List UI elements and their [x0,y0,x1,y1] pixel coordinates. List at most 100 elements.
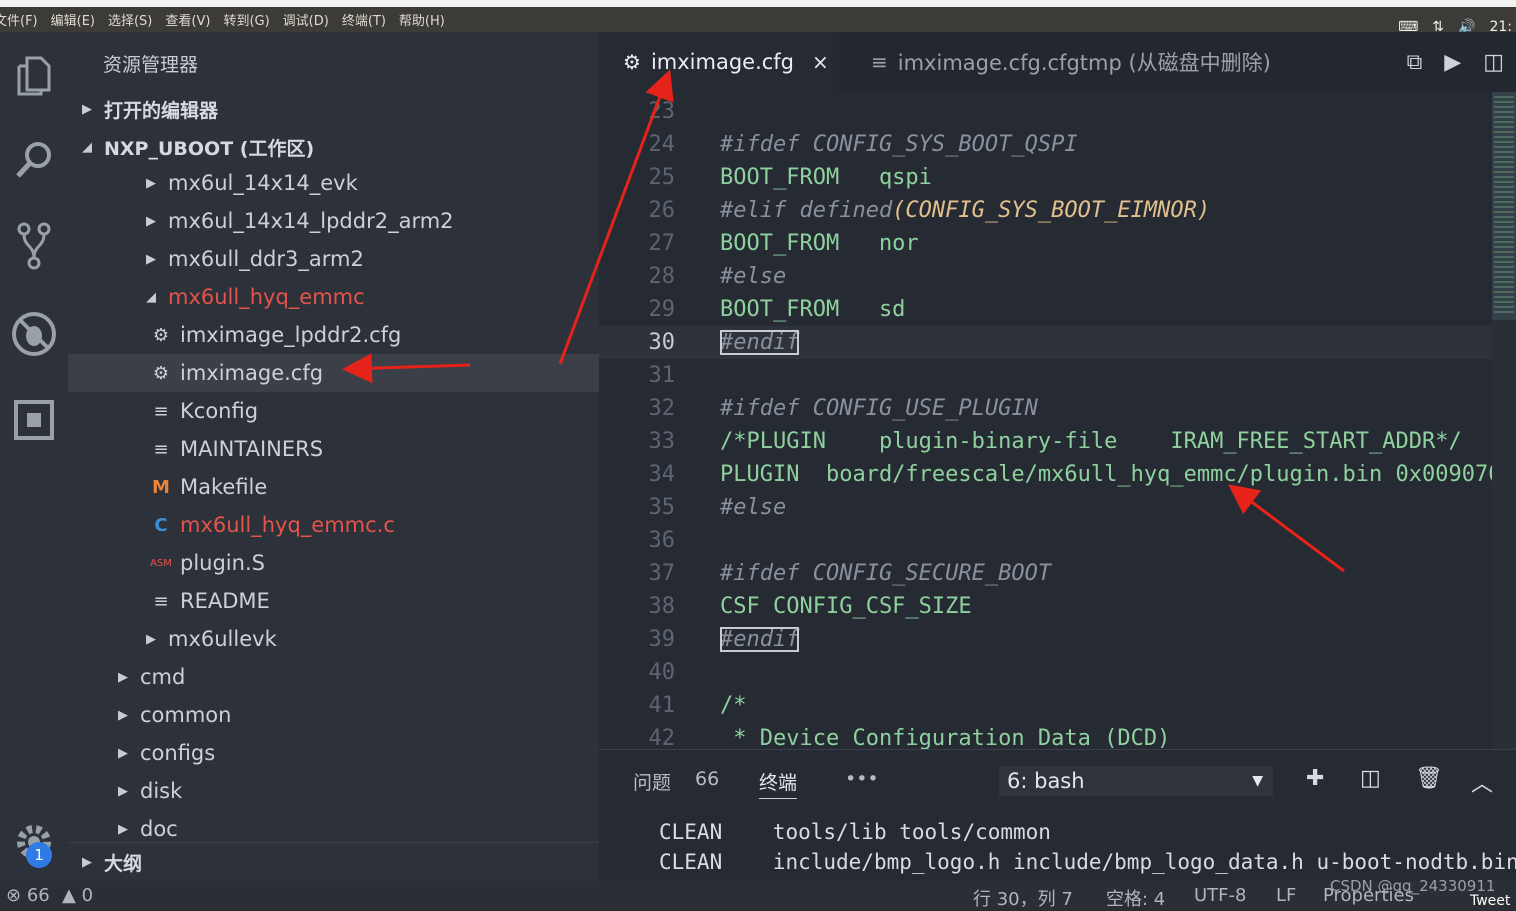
split-editor-icon[interactable]: ◫ [1483,50,1504,75]
warnings-status[interactable]: ▲ 0 [62,885,93,906]
explorer-title: 资源管理器 [103,54,199,76]
chevron-up-icon[interactable]: ︿ [1471,766,1493,798]
gear-file-icon: ⚙ [152,324,170,346]
code-editor[interactable]: 23 24 #ifdef CONFIG_SYS_BOOT_QSPI 25 BOOT_… [599,92,1516,749]
bottom-panel: 问题 66 终端 ••• 6: bash ▼ ✚ ◫ 🗑 ︿ CLEAN too… [599,749,1516,882]
menu-bar: 文件(F) 编辑(E) 选择(S) 查看(V) 转到(G) 调试(D) 终端(T… [0,0,1516,35]
gear-file-icon: ⚙ [623,50,641,74]
code-line: 41/* [648,693,747,718]
chevron-right-icon: ▶ [118,669,128,685]
chevron-right-icon: ▶ [118,745,128,761]
indentation[interactable]: 空格: 4 [1106,885,1165,911]
editor-tabs: ⚙ imximage.cfg × ≡ imximage.cfg.cfgtmp (… [599,32,1516,92]
folder-item[interactable]: ▶ common [68,696,647,734]
chevron-right-icon: ▶ [82,101,92,117]
add-terminal-icon[interactable]: ✚ [1306,766,1324,791]
preview-icon[interactable]: ⧉ [1407,50,1423,75]
code-line: 25 BOOT_FROM qspi [648,165,932,190]
tab-problems[interactable]: 问题 [633,768,671,795]
code-line: 26 #elif defined(CONFIG_SYS_BOOT_EIMNOR) [648,198,1211,223]
gear-file-icon: ⚙ [152,362,170,384]
file-item-mx6ull-hyq-emmc-c[interactable]: C mx6ull_hyq_emmc.c 9+ [68,506,679,544]
tab-imximage-cfg[interactable]: ⚙ imximage.cfg × [599,32,839,92]
chevron-right-icon: ▶ [146,213,156,229]
chevron-right-icon: ▶ [146,631,156,647]
line-ending[interactable]: LF [1276,885,1296,906]
folder-item[interactable]: ▶ configs [68,734,647,772]
menu-terminal[interactable]: 终端(T) [342,10,386,29]
folder-item-mx6ull-hyq-emmc[interactable]: ◢ mx6ull_hyq_emmc [68,278,675,316]
settings-badge: 1 [26,842,52,868]
text-file-icon: ≡ [153,400,169,422]
chevron-down-icon: ◢ [146,289,156,305]
error-icon: ⊗ [6,885,22,906]
folder-item[interactable]: ▶ mx6ul_14x14_evk [68,164,675,202]
explorer-icon[interactable] [0,46,68,106]
encoding[interactable]: UTF-8 [1194,885,1246,906]
chevron-right-icon: ▶ [118,783,128,799]
status-bar: ⊗ 66 ▲ 0 行 30，列 7 空格: 4 UTF-8 LF Propert… [0,877,1516,911]
code-line: 38 CSF CONFIG_CSF_SIZE [648,594,972,619]
code-line-current: 30 #endif [599,326,1492,359]
split-terminal-icon[interactable]: ◫ [1360,766,1381,791]
file-item[interactable]: ≡ README [68,582,679,620]
warning-icon: ▲ [62,885,76,906]
folder-item[interactable]: ▶ cmd [68,658,647,696]
code-line: 32 #ifdef CONFIG_USE_PLUGIN [648,396,1038,421]
file-item-imximage-cfg[interactable]: ⚙ imximage.cfg [68,354,679,392]
folder-item[interactable]: ▶ mx6ul_14x14_lpddr2_arm2 [68,202,675,240]
outline-section[interactable]: ▶ 大纲 [68,842,611,881]
cursor-position[interactable]: 行 30，列 7 [973,885,1073,911]
extensions-icon[interactable] [0,390,68,450]
menu-goto[interactable]: 转到(G) [223,10,269,29]
file-item[interactable]: ⚙ imximage_lpddr2.cfg [68,316,679,354]
minimap-content [1494,96,1514,316]
code-line: 29 BOOT_FROM sd [648,297,906,322]
text-file-icon: ≡ [871,50,888,74]
search-icon[interactable] [0,130,68,190]
file-item[interactable]: ≡ MAINTAINERS [68,430,679,468]
open-editors-section[interactable]: ▶ 打开的编辑器 [68,90,611,128]
chevron-right-icon: ▶ [118,821,128,837]
debug-icon[interactable] [0,304,68,364]
folder-item[interactable]: ▶ mx6ullevk [68,620,675,658]
code-line: 24 #ifdef CONFIG_SYS_BOOT_QSPI [648,132,1078,157]
explorer-sidebar: 资源管理器 ▶ 打开的编辑器 ◢ NXP_UBOOT (工作区) ▶ mx6ul… [68,32,679,881]
chevron-right-icon: ▶ [82,854,92,870]
text-file-icon: ≡ [153,438,169,460]
chevron-right-icon: ▶ [146,175,156,191]
text-file-icon: ≡ [153,590,169,612]
makefile-icon: M [152,476,170,498]
code-line: 33/*PLUGIN plugin-binary-file IRAM_FREE_… [648,429,1462,454]
code-line: 40 [648,660,676,685]
file-item[interactable]: M Makefile [68,468,679,506]
errors-status[interactable]: ⊗ 66 [6,885,50,906]
close-icon[interactable]: × [812,50,829,74]
workspace-section[interactable]: ◢ NXP_UBOOT (工作区) [68,128,611,166]
file-item[interactable]: ASM plugin.S [68,544,679,582]
menu-debug[interactable]: 调试(D) [283,10,329,29]
code-line: 23 [648,99,676,124]
menu-select[interactable]: 选择(S) [108,10,152,29]
code-line: 28 #else [648,264,787,289]
menu-view[interactable]: 查看(V) [165,10,210,29]
menu-file[interactable]: 文件(F) [0,10,38,29]
minimap[interactable] [1492,92,1516,749]
tab-terminal[interactable]: 终端 [759,768,798,799]
run-icon[interactable]: ▶ [1444,50,1461,75]
code-line: 42 * Device Configuration Data (DCD) [648,726,1171,749]
code-line: 31 [648,363,676,388]
tweet-button[interactable]: Tweet [1470,893,1510,909]
chevron-right-icon: ▶ [146,251,156,267]
file-item[interactable]: ≡ Kconfig [68,392,679,430]
source-control-icon[interactable] [0,216,68,276]
trash-icon[interactable]: 🗑 [1415,766,1443,791]
code-line: 36 [648,528,676,553]
more-icon[interactable]: ••• [845,768,879,790]
folder-item[interactable]: ▶ disk [68,772,647,810]
terminal-select[interactable]: 6: bash ▼ [999,766,1273,796]
folder-item[interactable]: ▶ mx6ull_ddr3_arm2 [68,240,675,278]
tab-imximage-cfgtmp[interactable]: ≡ imximage.cfg.cfgtmp (从磁盘中删除) [851,32,1313,92]
menu-edit[interactable]: 编辑(E) [51,10,95,29]
menu-help[interactable]: 帮助(H) [399,10,445,29]
